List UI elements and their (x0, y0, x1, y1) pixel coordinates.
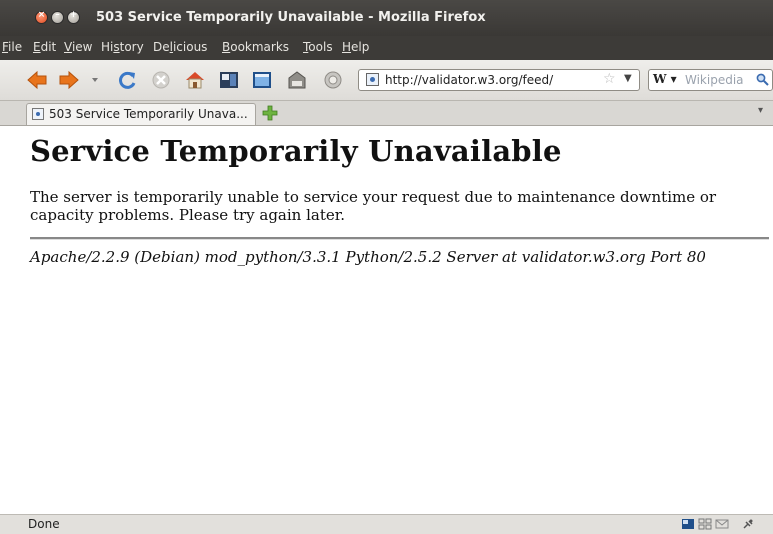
menu-history[interactable]: History (101, 40, 144, 54)
window-maximize-button[interactable]: + (67, 10, 80, 24)
tab-list-icon[interactable]: ▾ (758, 105, 763, 116)
menu-file[interactable]: File (2, 40, 22, 54)
mail-status-icon[interactable] (715, 518, 729, 530)
window-close-button[interactable]: × (35, 10, 48, 24)
new-tab-icon[interactable] (262, 105, 278, 121)
forward-icon[interactable] (58, 69, 80, 91)
grid-status-icon[interactable] (698, 518, 712, 530)
history-dropdown-icon[interactable] (90, 69, 100, 91)
home-icon[interactable] (184, 69, 206, 91)
menu-bookmarks[interactable]: Bookmarks (222, 40, 289, 54)
menu-edit[interactable]: Edit (33, 40, 56, 54)
settings-icon[interactable] (322, 69, 344, 91)
page-title: Service Temporarily Unavailable (30, 134, 562, 168)
window-titlebar: × – + 503 Service Temporarily Unavailabl… (0, 0, 773, 36)
page-content: Service Temporarily Unavailable The serv… (0, 126, 773, 514)
menu-view[interactable]: View (64, 40, 92, 54)
status-bar: Done (0, 514, 773, 534)
tab-active[interactable]: 503 Service Temporarily Unava... (26, 103, 256, 125)
error-message: The server is temporarily unable to serv… (30, 188, 717, 224)
url-dropdown-icon[interactable]: ▼ (624, 73, 632, 84)
menu-delicious[interactable]: Delicious (153, 40, 207, 54)
screen-icon[interactable] (251, 69, 273, 91)
reload-icon[interactable] (116, 69, 138, 91)
window-title: 503 Service Temporarily Unavailable - Mo… (96, 10, 486, 25)
search-input[interactable]: Wikipedia (685, 73, 744, 87)
tab-favicon (32, 108, 44, 120)
search-icon[interactable] (756, 73, 769, 86)
status-text: Done (28, 517, 60, 531)
stop-icon[interactable] (150, 69, 172, 91)
divider (30, 237, 769, 240)
bookmark-icon[interactable] (218, 69, 240, 91)
star-icon[interactable]: ☆ (603, 71, 616, 87)
screen-status-icon[interactable] (681, 518, 695, 530)
search-engine-selector[interactable]: W ▾ (653, 72, 677, 86)
window-minimize-button[interactable]: – (51, 10, 64, 24)
menu-bar: File Edit View History Delicious Bookmar… (0, 36, 773, 60)
tab-bar: 503 Service Temporarily Unava... ▾ (0, 101, 773, 126)
server-signature: Apache/2.2.9 (Debian) mod_python/3.3.1 P… (30, 248, 706, 266)
site-identity-icon[interactable] (366, 73, 379, 86)
plugin-status-icon[interactable] (741, 518, 755, 530)
url-bar[interactable]: http://validator.w3.org/feed/ ☆ ▼ (358, 69, 640, 91)
search-bar[interactable]: W ▾ Wikipedia (648, 69, 773, 91)
menu-help[interactable]: Help (342, 40, 369, 54)
menu-tools[interactable]: Tools (303, 40, 333, 54)
back-icon[interactable] (26, 69, 48, 91)
url-text[interactable]: http://validator.w3.org/feed/ (385, 73, 553, 87)
tab-label: 503 Service Temporarily Unava... (49, 107, 248, 121)
navigation-toolbar: http://validator.w3.org/feed/ ☆ ▼ W ▾ Wi… (0, 60, 773, 101)
tag-icon[interactable] (286, 69, 308, 91)
